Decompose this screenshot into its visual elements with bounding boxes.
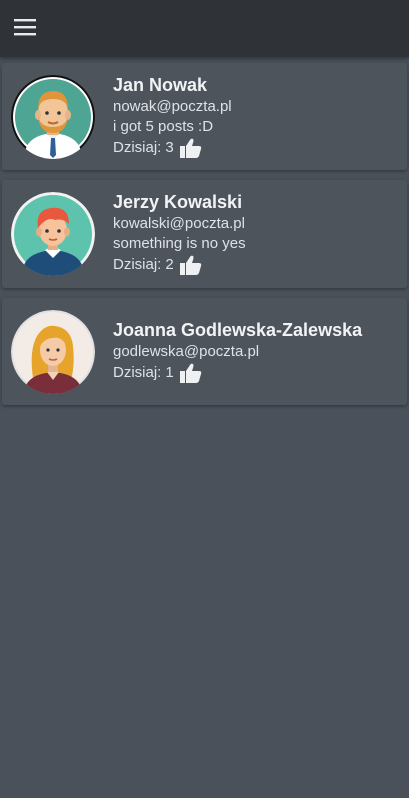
- post-message: i got 5 posts :D: [113, 118, 214, 135]
- author-email: godlewska@poczta.pl: [113, 343, 260, 360]
- likes-label: Dzisiaj:: [113, 256, 162, 273]
- likes-count: 3: [165, 139, 174, 156]
- post-card[interactable]: Jerzy Kowalski kowalski@poczta.pl someth…: [2, 180, 407, 288]
- post-info: Joanna Godlewska-Zalewska godlewska@pocz…: [113, 318, 399, 384]
- man-redhead-avatar-icon: [11, 192, 95, 276]
- app-screen: Jan Nowak nowak@poczta.pl i got 5 posts …: [0, 0, 409, 798]
- thumbs-up-icon[interactable]: [179, 255, 202, 275]
- avatar: [11, 75, 95, 159]
- author-name: Joanna Godlewska-Zalewska: [113, 320, 363, 340]
- likes-label: Dzisiaj:: [113, 364, 162, 381]
- author-name: Jerzy Kowalski: [113, 192, 243, 212]
- author-email: nowak@poczta.pl: [113, 98, 232, 115]
- post-info: Jan Nowak nowak@poczta.pl i got 5 posts …: [113, 73, 399, 159]
- post-card[interactable]: Jan Nowak nowak@poczta.pl i got 5 posts …: [2, 63, 407, 170]
- post-info: Jerzy Kowalski kowalski@poczta.pl someth…: [113, 190, 399, 276]
- likes-row: Dzisiaj: 3: [113, 137, 399, 159]
- post-card[interactable]: Joanna Godlewska-Zalewska godlewska@pocz…: [2, 298, 407, 405]
- avatar: [11, 192, 95, 276]
- thumbs-up-icon[interactable]: [179, 138, 202, 158]
- avatar: [11, 310, 95, 394]
- menu-button[interactable]: [8, 10, 42, 44]
- likes-row: Dzisiaj: 2: [113, 254, 399, 276]
- author-email: kowalski@poczta.pl: [113, 215, 245, 232]
- man-beard-avatar-icon: [11, 75, 95, 159]
- author-name: Jan Nowak: [113, 75, 208, 95]
- likes-label: Dzisiaj:: [113, 139, 162, 156]
- likes-count: 1: [165, 364, 174, 381]
- woman-blonde-avatar-icon: [11, 310, 95, 394]
- likes-count: 2: [165, 256, 174, 273]
- hamburger-menu-icon[interactable]: [14, 18, 36, 36]
- likes-row: Dzisiaj: 1: [113, 362, 399, 384]
- thumbs-up-icon[interactable]: [179, 363, 202, 383]
- post-message: something is no yes: [113, 235, 246, 252]
- top-toolbar: [0, 0, 409, 57]
